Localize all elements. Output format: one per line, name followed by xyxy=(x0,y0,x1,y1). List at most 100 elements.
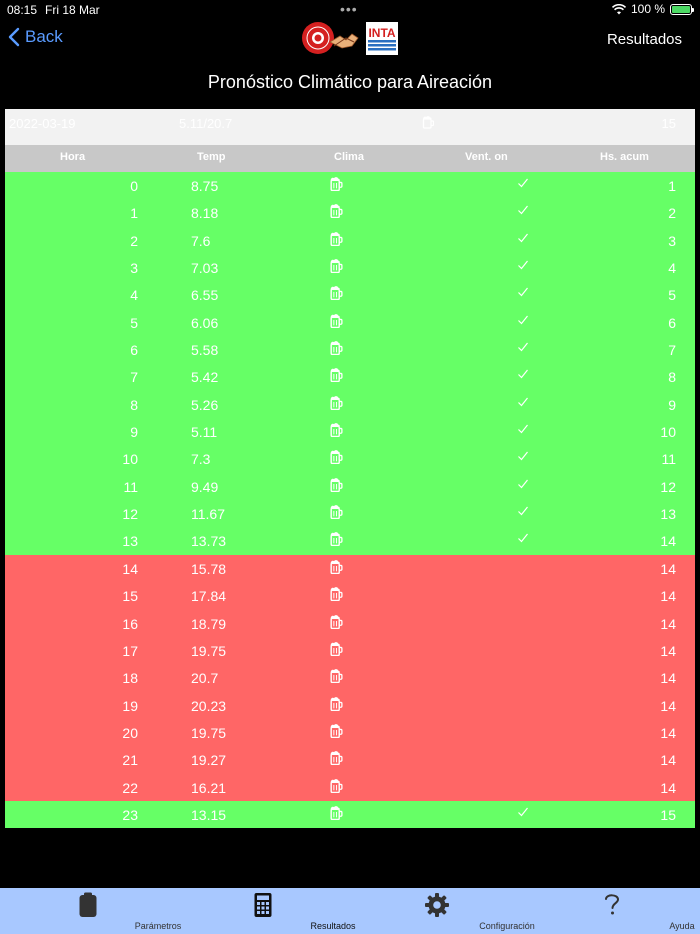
table-row[interactable]: 8 5.26 9 xyxy=(5,390,695,419)
summary-date: 2022-03-19 xyxy=(9,116,76,131)
table-row[interactable]: 21 19.27 14 xyxy=(5,746,695,774)
cell-hora: 13 xyxy=(122,533,138,550)
cell-temp: 15.78 xyxy=(191,560,227,577)
table-row[interactable]: 10 7.3 11 xyxy=(5,445,695,473)
table-row[interactable]: 9 5.11 10 xyxy=(5,418,695,446)
cell-hs-acum: 6 xyxy=(668,314,676,331)
cell-temp: 5.11 xyxy=(191,424,218,441)
checkmark-icon xyxy=(518,370,528,379)
cell-hs-acum: 15 xyxy=(660,806,676,823)
table-row[interactable]: 20 19.75 14 xyxy=(5,718,695,747)
cell-hora: 7 xyxy=(130,369,138,386)
cell-temp: 9.49 xyxy=(191,478,219,495)
cell-hora: 11 xyxy=(123,478,138,495)
table-row[interactable]: 23 13.15 15 xyxy=(5,800,695,829)
table-row[interactable]: 6 5.58 7 xyxy=(5,336,695,364)
table-row[interactable]: 19 20.23 14 xyxy=(5,691,695,719)
forecast-table: 0 8.75 1 1 8.18 2 2 7.6 3 3 7.03 4 4 6.55 5 5 6.06 6 6 5.58… xyxy=(5,172,695,829)
cell-hora: 14 xyxy=(122,560,138,577)
cloud-icon xyxy=(422,116,434,129)
checkmark-icon xyxy=(518,205,528,215)
cell-hora: 9 xyxy=(130,424,138,441)
tab-configuracion[interactable]: Configuración xyxy=(367,888,535,934)
status-time: 08:15 xyxy=(7,3,38,17)
checkmark-icon xyxy=(518,479,528,489)
cell-hs-acum: 14 xyxy=(660,533,676,550)
table-row[interactable]: 5 6.06 6 xyxy=(5,308,695,337)
cell-hs-acum: 5 xyxy=(668,287,676,304)
table-row[interactable]: 3 7.03 4 xyxy=(5,254,695,282)
cell-hs-acum: 14 xyxy=(660,642,676,659)
cell-temp: 8.75 xyxy=(191,178,219,194)
multitasking-dots-icon[interactable]: ••• xyxy=(340,1,358,17)
cell-hs-acum: 14 xyxy=(660,697,676,714)
cell-hora: 21 xyxy=(122,752,138,769)
question-icon xyxy=(605,894,620,915)
table-row[interactable]: 17 19.75 14 xyxy=(5,636,695,665)
cell-hora: 6 xyxy=(130,342,138,359)
cell-hora: 17 xyxy=(122,642,138,659)
cell-temp: 19.75 xyxy=(191,724,227,741)
cloud-icon xyxy=(330,341,343,356)
header-vent: Vent. on xyxy=(465,151,508,163)
summary-row[interactable]: 2022-03-19 5.11/20.7 15 xyxy=(5,109,695,145)
table-row[interactable]: 15 17.84 14 xyxy=(5,582,695,610)
cell-hs-acum: 8 xyxy=(668,369,676,386)
checkmark-icon xyxy=(518,807,528,817)
checkmark-icon xyxy=(518,178,528,188)
tab-ayuda[interactable]: Ayuda xyxy=(542,888,695,934)
cell-hs-acum: 14 xyxy=(660,588,676,605)
cell-hs-acum: 9 xyxy=(668,396,676,413)
table-row[interactable]: 12 11.67 13 xyxy=(5,500,695,528)
table-row[interactable]: 14 15.78 14 xyxy=(5,554,695,583)
cell-temp: 13.73 xyxy=(191,533,227,550)
calculator-icon xyxy=(254,893,272,917)
cell-temp: 7.03 xyxy=(191,260,219,277)
cell-hora: 1 xyxy=(130,205,138,222)
cloud-icon xyxy=(330,778,343,793)
table-row[interactable]: 22 16.21 14 xyxy=(5,773,695,801)
cell-hs-acum: 12 xyxy=(660,478,676,495)
cloud-icon xyxy=(330,751,343,766)
checkmark-icon xyxy=(518,315,528,325)
table-row[interactable]: 7 5.42 8 xyxy=(5,363,695,391)
back-label: Back xyxy=(25,27,63,46)
table-row[interactable]: 11 9.49 12 xyxy=(5,472,695,501)
table-row[interactable]: 1 8.18 2 xyxy=(5,199,695,227)
back-button[interactable]: Back xyxy=(8,27,63,47)
cell-hs-acum: 3 xyxy=(668,232,676,249)
chevron-left-icon xyxy=(8,27,20,47)
cloud-icon xyxy=(330,696,343,711)
page-title: Pronóstico Climático para Aireación xyxy=(207,72,493,92)
checkmark-icon xyxy=(518,506,528,516)
table-row[interactable]: 16 18.79 14 xyxy=(5,609,695,637)
table-row[interactable]: 13 13.73 14 xyxy=(5,527,695,555)
tab-resultados[interactable]: Resultados xyxy=(193,888,356,934)
clipboard-icon xyxy=(79,892,97,917)
gear-icon xyxy=(425,893,449,917)
cell-hora: 12 xyxy=(122,506,138,523)
cloud-icon xyxy=(330,587,343,602)
tab-parametros[interactable]: Parámetros xyxy=(18,888,181,934)
cell-hs-acum: 4 xyxy=(668,260,676,277)
table-row[interactable]: 18 20.7 14 xyxy=(5,664,695,692)
table-row[interactable]: 2 7.6 3 xyxy=(5,226,695,255)
cloud-icon xyxy=(330,395,343,410)
cell-hs-acum: 13 xyxy=(660,506,676,523)
cell-hs-acum: 1 xyxy=(668,178,676,194)
cell-temp: 17.84 xyxy=(191,588,227,605)
table-row[interactable]: 4 6.55 5 xyxy=(5,281,695,309)
cloud-icon xyxy=(330,368,343,383)
table-row[interactable]: 0 8.75 1 xyxy=(5,172,695,200)
cell-hs-acum: 14 xyxy=(660,779,676,796)
cell-temp: 6.55 xyxy=(191,287,219,304)
cell-temp: 7.6 xyxy=(191,232,211,249)
checkmark-icon xyxy=(518,342,528,352)
cell-temp: 7.3 xyxy=(191,451,211,468)
resultados-nav-button[interactable]: Resultados xyxy=(607,31,682,48)
cell-hs-acum: 7 xyxy=(668,342,676,359)
status-bar: 08:15 Fri 18 Mar ••• 100 % xyxy=(0,0,700,20)
cloud-icon xyxy=(330,259,343,274)
cloud-icon xyxy=(330,313,343,328)
wifi-icon xyxy=(611,3,626,14)
